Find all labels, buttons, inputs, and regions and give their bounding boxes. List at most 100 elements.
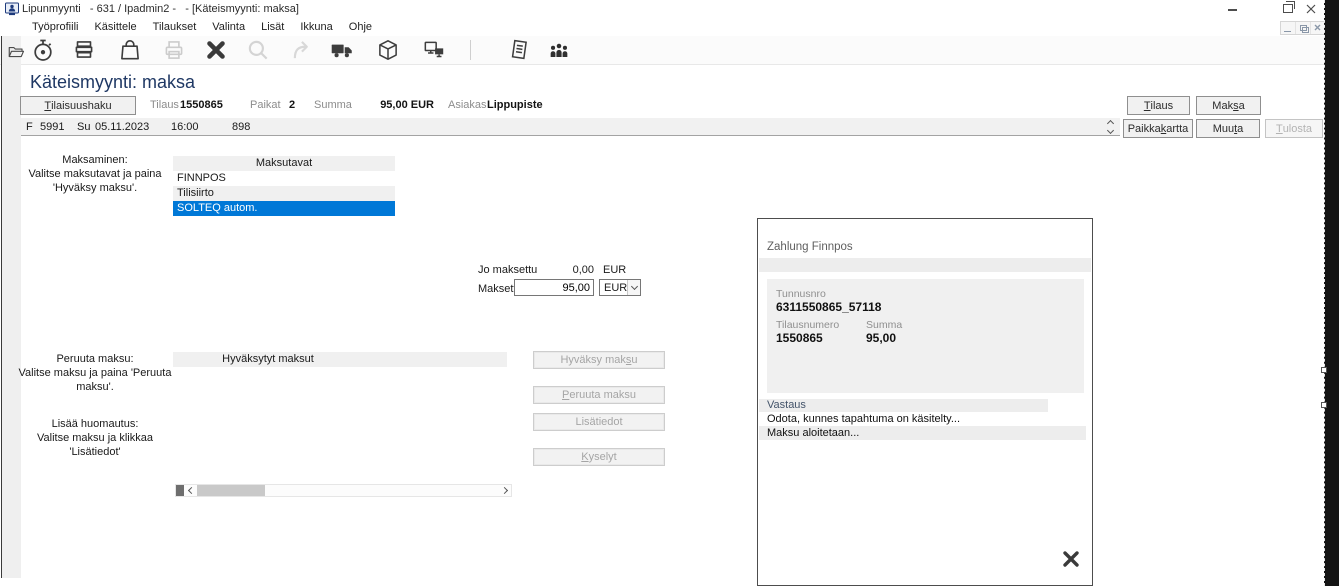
method-row-solteq-selected[interactable]: SOLTEQ autom. — [173, 201, 395, 216]
tilaisuushaku-button[interactable]: Tilaisuushaku — [20, 96, 136, 115]
stopwatch-icon[interactable] — [30, 37, 56, 63]
toolbar-separator — [470, 40, 471, 60]
network-icon[interactable] — [421, 37, 447, 63]
cancel-payment-button[interactable]: Peruuta maksu — [533, 386, 665, 404]
tilaus-button[interactable]: Tilaus — [1127, 96, 1190, 115]
customer-label: Asiakas — [448, 99, 487, 111]
cancel-icon[interactable] — [203, 37, 229, 63]
export-icon[interactable] — [290, 37, 316, 63]
note-instruction: Lisää huomautus: Valitse maksu ja klikka… — [15, 417, 175, 459]
horizontal-scrollbar[interactable] — [175, 484, 512, 497]
dialog-strip — [759, 258, 1091, 272]
payment-instruction: Maksaminen: Valitse maksutavat ja paina … — [15, 153, 175, 195]
restore-icon[interactable] — [1283, 4, 1293, 13]
scrollbar-thumb[interactable] — [197, 485, 265, 496]
paid-value: 0,00 — [540, 264, 594, 276]
mdi-restore-icon[interactable] — [1296, 22, 1311, 34]
delivery-truck-icon[interactable] — [329, 37, 355, 63]
id-value: 6311550865_57118 — [776, 300, 881, 314]
title-bar: Lipunmyynti - 631 / Ipadmin2 - - [Käteis… — [0, 0, 1325, 18]
customers-icon[interactable] — [546, 37, 572, 63]
response-row: Maksu aloitetaan... — [759, 426, 1086, 440]
paid-label: Jo maksettu — [478, 264, 537, 276]
order-number: 1550865 — [180, 99, 223, 111]
response-header: Vastaus — [759, 399, 1048, 412]
id-label: Tunnusnro — [776, 288, 826, 300]
event-row[interactable]: F 5991 Su 05.11.2023 16:00 898 — [21, 118, 1120, 136]
page-title: Käteismyynti: maksa — [30, 72, 195, 93]
seats-value: 2 — [289, 99, 295, 111]
chevron-down-icon[interactable] — [627, 280, 640, 295]
dialog-sum-value: 95,00 — [866, 331, 896, 345]
muuta-button[interactable]: Muuta — [1196, 119, 1260, 138]
payment-methods-list: Maksutavat FINNPOS Tilisiirto SOLTEQ aut… — [173, 156, 395, 216]
maksa-button[interactable]: Maksa — [1196, 96, 1261, 115]
mdi-minimize-icon[interactable] — [1281, 22, 1296, 34]
close-icon[interactable] — [1305, 3, 1317, 18]
mdi-window-controls — [1280, 21, 1326, 35]
app-icon — [5, 2, 19, 19]
menu-lisat[interactable]: Lisät — [253, 21, 292, 33]
customer-value: Lippupiste — [487, 99, 543, 111]
scroll-left-icon[interactable] — [185, 485, 197, 496]
response-row: Odota, kunnes tapahtuma on käsitelty... — [759, 412, 1086, 426]
event-extra: 898 — [232, 121, 250, 133]
tulosta-button[interactable]: Tulosta — [1265, 119, 1323, 138]
search-icon[interactable] — [245, 37, 271, 63]
menu-ohje[interactable]: Ohje — [341, 21, 380, 33]
menu-tilaukset[interactable]: Tilaukset — [145, 21, 205, 33]
menu-ikkuna[interactable]: Ikkuna — [292, 21, 340, 33]
event-day: Su — [77, 121, 90, 133]
selection-handle — [1321, 402, 1327, 408]
event-code: F — [26, 121, 33, 133]
currency-select[interactable]: EUR — [599, 279, 641, 296]
event-number: 5991 — [40, 121, 64, 133]
dialog-info-card: Tunnusnro 6311550865_57118 Tilausnumero … — [767, 279, 1084, 393]
menu-tyoprofiili[interactable]: Työprofiili — [24, 21, 86, 33]
approve-payment-button[interactable]: Hyväksy maksu — [533, 351, 665, 369]
shopping-bag-icon[interactable] — [117, 37, 143, 63]
selection-handle — [1321, 367, 1327, 373]
method-row-finnpos[interactable]: FINNPOS — [173, 171, 395, 186]
open-folder-icon[interactable] — [3, 39, 29, 65]
menu-kasittele[interactable]: Käsittele — [86, 21, 144, 33]
tickets-icon[interactable] — [71, 37, 97, 63]
scroll-right-icon[interactable] — [498, 485, 510, 496]
order-number-value: 1550865 — [776, 331, 823, 345]
spinner-down-icon[interactable] — [1107, 127, 1114, 134]
window-title: Lipunmyynti - 631 / Ipadmin2 - - [Käteis… — [22, 3, 299, 15]
currency-value: EUR — [600, 282, 627, 294]
app-window: Lipunmyynti - 631 / Ipadmin2 - - [Käteis… — [0, 0, 1339, 586]
order-label: Tilaus — [150, 99, 179, 111]
menu-bar: Työprofiili Käsittele Tilaukset Valinta … — [0, 18, 1325, 36]
mdi-close-icon[interactable] — [1311, 22, 1325, 34]
sum-value: 95,00 EUR — [360, 99, 434, 111]
cancel-instruction: Peruuta maksu: Valitse maksu ja paina 'P… — [15, 352, 175, 394]
left-panel-strip — [1, 36, 21, 578]
dialog-sum-label: Summa — [866, 319, 902, 331]
queries-button[interactable]: Kyselyt — [533, 448, 665, 466]
menu-valinta[interactable]: Valinta — [204, 21, 253, 33]
seats-label: Paikat — [250, 99, 281, 111]
details-button[interactable]: Lisätiedot — [533, 413, 665, 431]
order-number-label: Tilausnumero — [776, 319, 839, 331]
event-date: 05.11.2023 — [95, 121, 149, 133]
printer-icon[interactable] — [161, 37, 187, 63]
sum-label: Summa — [314, 99, 352, 111]
scrollbar-corner — [176, 485, 184, 496]
report-icon[interactable] — [506, 37, 532, 63]
toolbar — [0, 36, 1325, 65]
payable-amount-input[interactable] — [514, 279, 594, 296]
event-time: 16:00 — [171, 121, 199, 133]
dialog-title: Zahlung Finnpos — [767, 241, 853, 253]
accepted-payments-header: Hyväksytyt maksut — [173, 352, 507, 367]
paikkakartta-button[interactable]: Paikkakartta — [1123, 119, 1193, 138]
event-spinner[interactable] — [1103, 119, 1118, 135]
method-row-tilisiirto[interactable]: Tilisiirto — [173, 186, 395, 201]
finnpos-dialog: Zahlung Finnpos Tunnusnro 6311550865_571… — [757, 218, 1093, 586]
screen-edge-strip — [1324, 0, 1339, 586]
methods-header: Maksutavat — [173, 156, 395, 171]
minimize-icon[interactable] — [1228, 9, 1237, 11]
package-icon[interactable] — [375, 37, 401, 63]
dialog-close-icon[interactable] — [1061, 549, 1081, 572]
